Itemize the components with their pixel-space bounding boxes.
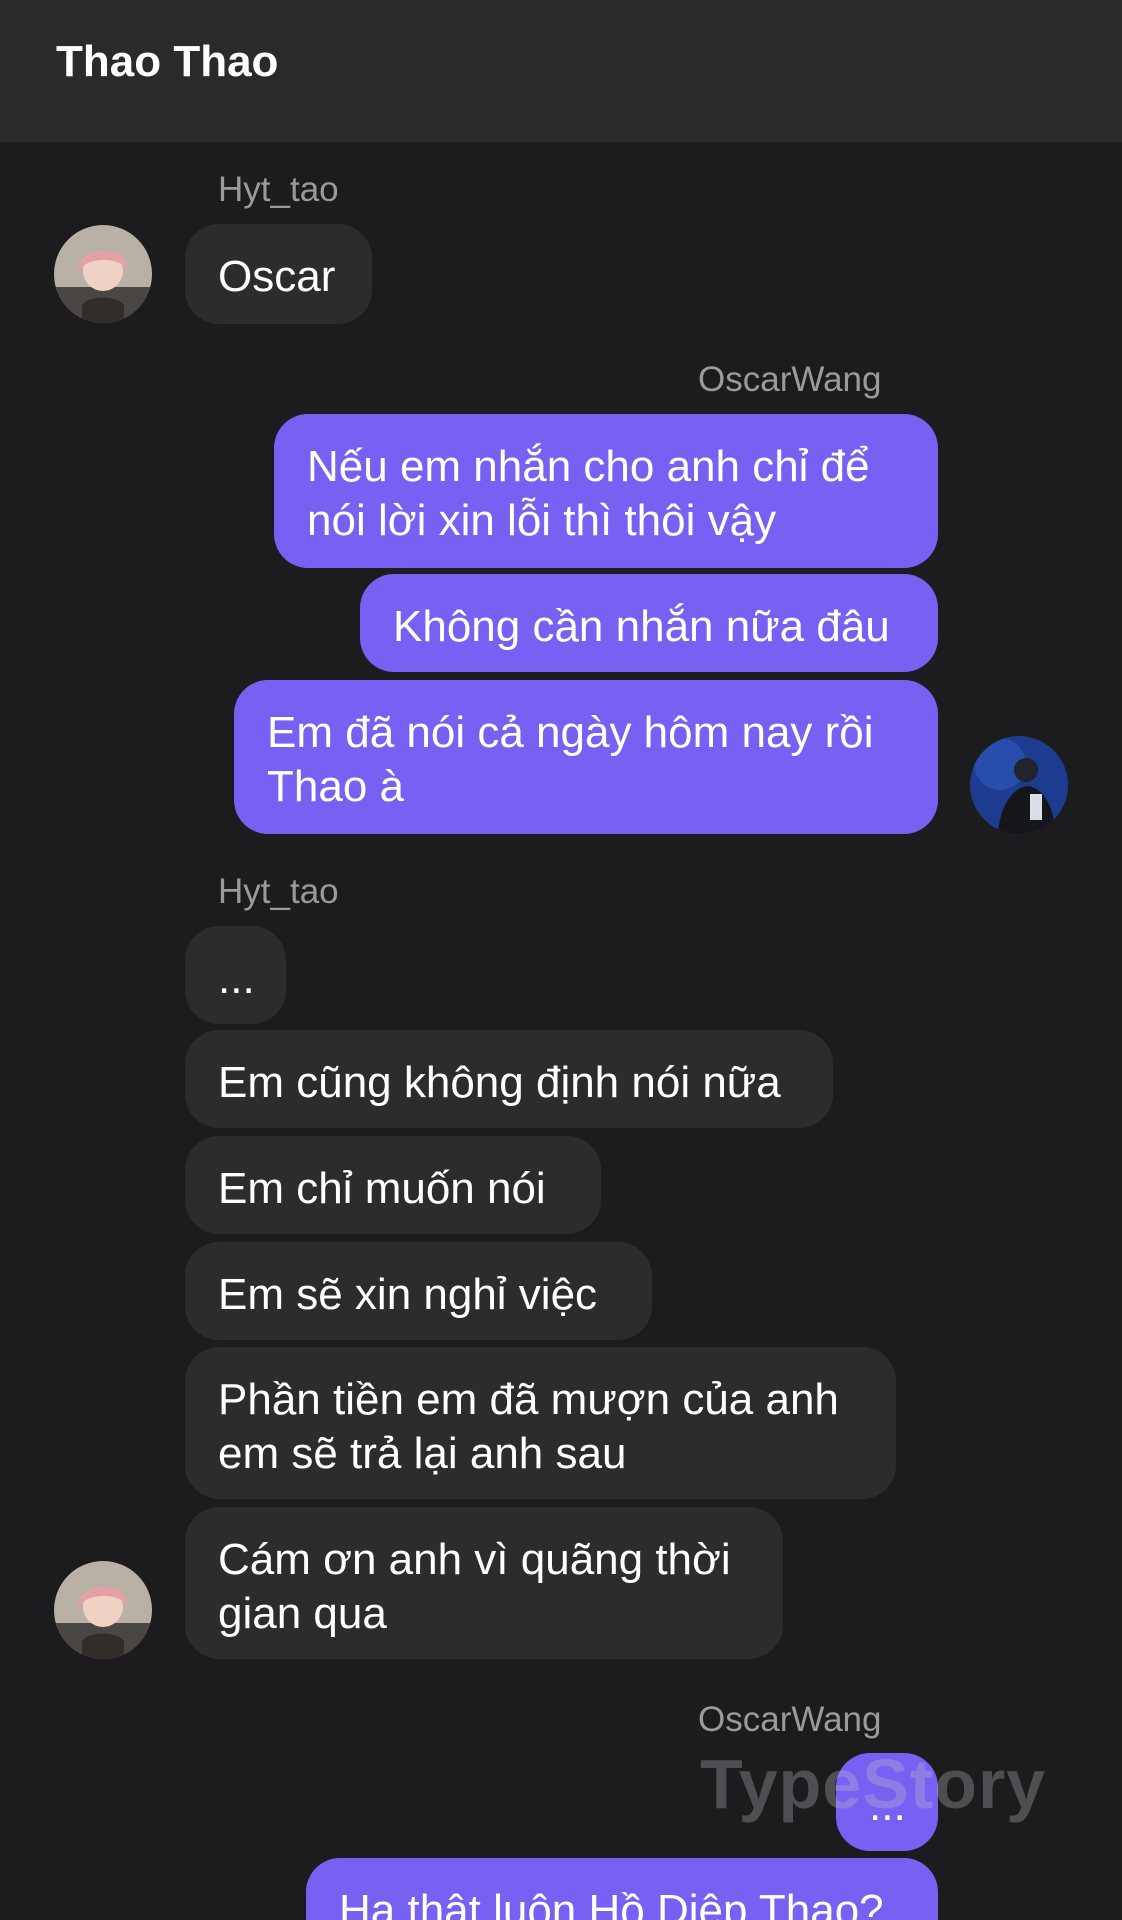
- message-text-line: Nếu em nhắn cho anh chỉ để: [307, 442, 870, 491]
- message-text-line: em sẽ trả lại anh sau: [218, 1429, 627, 1478]
- message-text: Em chỉ muốn nói: [218, 1164, 546, 1213]
- message-bubble-incoming[interactable]: Cám ơn anh vì quãng thời gian qua: [185, 1507, 783, 1659]
- message-text: Em cũng không định nói nữa: [218, 1058, 781, 1107]
- contact-avatar[interactable]: [54, 225, 152, 323]
- message-text-line: nói lời xin lỗi thì thôi vậy: [307, 496, 777, 545]
- message-bubble-outgoing[interactable]: Nếu em nhắn cho anh chỉ để nói lời xin l…: [274, 414, 938, 568]
- sender-name-right: OscarWang: [698, 1700, 882, 1739]
- message-bubble-incoming[interactable]: ...: [185, 926, 286, 1024]
- avatar-pink-hair-icon: [54, 1561, 152, 1659]
- user-avatar[interactable]: [970, 736, 1068, 834]
- chat-title: Thao Thao: [56, 37, 279, 86]
- message-bubble-incoming[interactable]: Oscar: [185, 224, 372, 324]
- message-text: ...: [218, 954, 255, 1003]
- message-text: Hạ thật luôn Hồ Diệp Thao?: [339, 1886, 884, 1920]
- message-text-line: Phần tiền em đã mượn của anh: [218, 1375, 839, 1424]
- message-text-line: Em đã nói cả ngày hôm nay rồi: [267, 708, 874, 757]
- message-bubble-incoming[interactable]: Phần tiền em đã mượn của anh em sẽ trả l…: [185, 1347, 896, 1499]
- sender-name-right: OscarWang: [698, 360, 882, 399]
- message-text: Em sẽ xin nghỉ việc: [218, 1270, 598, 1319]
- message-bubble-outgoing[interactable]: Không cần nhắn nữa đâu: [360, 574, 938, 672]
- contact-avatar[interactable]: [54, 1561, 152, 1659]
- message-text: Không cần nhắn nữa đâu: [393, 602, 890, 651]
- avatar-pink-hair-icon: [54, 225, 152, 323]
- message-text-line: Cám ơn anh vì quãng thời: [218, 1535, 731, 1584]
- message-bubble-incoming[interactable]: Em chỉ muốn nói: [185, 1136, 601, 1234]
- sender-name-left: Hyt_tao: [218, 872, 339, 911]
- message-text-line: Thao à: [267, 762, 404, 811]
- message-bubble-outgoing[interactable]: Em đã nói cả ngày hôm nay rồi Thao à: [234, 680, 938, 834]
- message-bubble-incoming[interactable]: Em sẽ xin nghỉ việc: [185, 1242, 652, 1340]
- chat-screen: Thao Thao Hyt_tao Oscar OscarWang Nếu em…: [0, 0, 1122, 1920]
- message-bubble-incoming[interactable]: Em cũng không định nói nữa: [185, 1030, 833, 1128]
- message-bubble-outgoing[interactable]: Hạ thật luôn Hồ Diệp Thao?: [306, 1858, 938, 1920]
- avatar-dark-portrait-icon: [970, 736, 1068, 834]
- sender-name-left: Hyt_tao: [218, 170, 339, 209]
- message-text: Oscar: [218, 252, 336, 301]
- chat-header: Thao Thao: [0, 0, 1122, 142]
- message-text-line: gian qua: [218, 1589, 387, 1638]
- watermark-logo: TypeStory: [700, 1745, 1047, 1823]
